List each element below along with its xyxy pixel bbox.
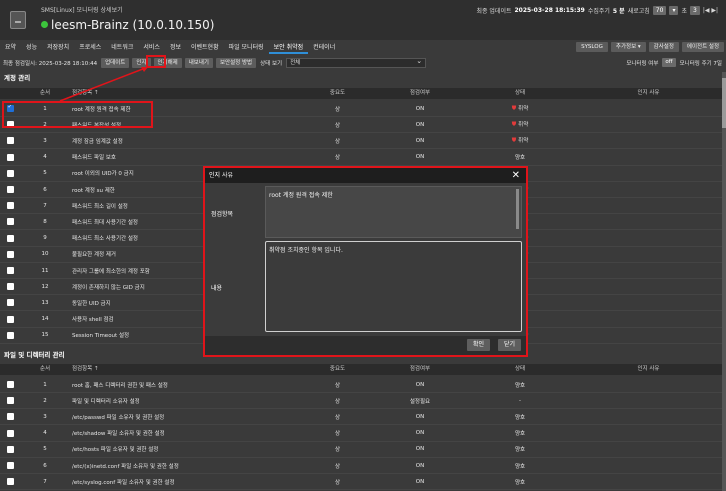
content-label: 내용 <box>211 285 223 292</box>
dialog-title: 인지 사유 <box>209 172 233 179</box>
item-field[interactable]: root 계정 원격 접속 제한 <box>265 186 522 238</box>
dialog-footer: 확인 닫기 <box>205 336 526 355</box>
dialog-header: 인지 사유 ✕ <box>205 168 526 183</box>
item-field-scrollbar[interactable] <box>516 189 519 229</box>
item-label: 점검항목 <box>211 211 234 218</box>
close-button[interactable]: 닫기 <box>498 339 522 351</box>
close-icon[interactable]: ✕ <box>512 168 520 183</box>
confirm-button[interactable]: 확인 <box>467 339 491 351</box>
content-value: 취약점 조치중인 항목 입니다. <box>269 247 343 254</box>
app-window: SMS[Linux] 모니터링 상세보기 leesm-Brainz (10.0.… <box>0 0 726 491</box>
acknowledge-reason-dialog: 인지 사유 ✕ 점검항목 root 계정 원격 접속 제한 내용 취약점 조치중인… <box>203 166 528 357</box>
content-textarea[interactable]: 취약점 조치중인 항목 입니다. <box>265 241 522 332</box>
item-value: root 계정 원격 접속 제한 <box>269 192 333 199</box>
